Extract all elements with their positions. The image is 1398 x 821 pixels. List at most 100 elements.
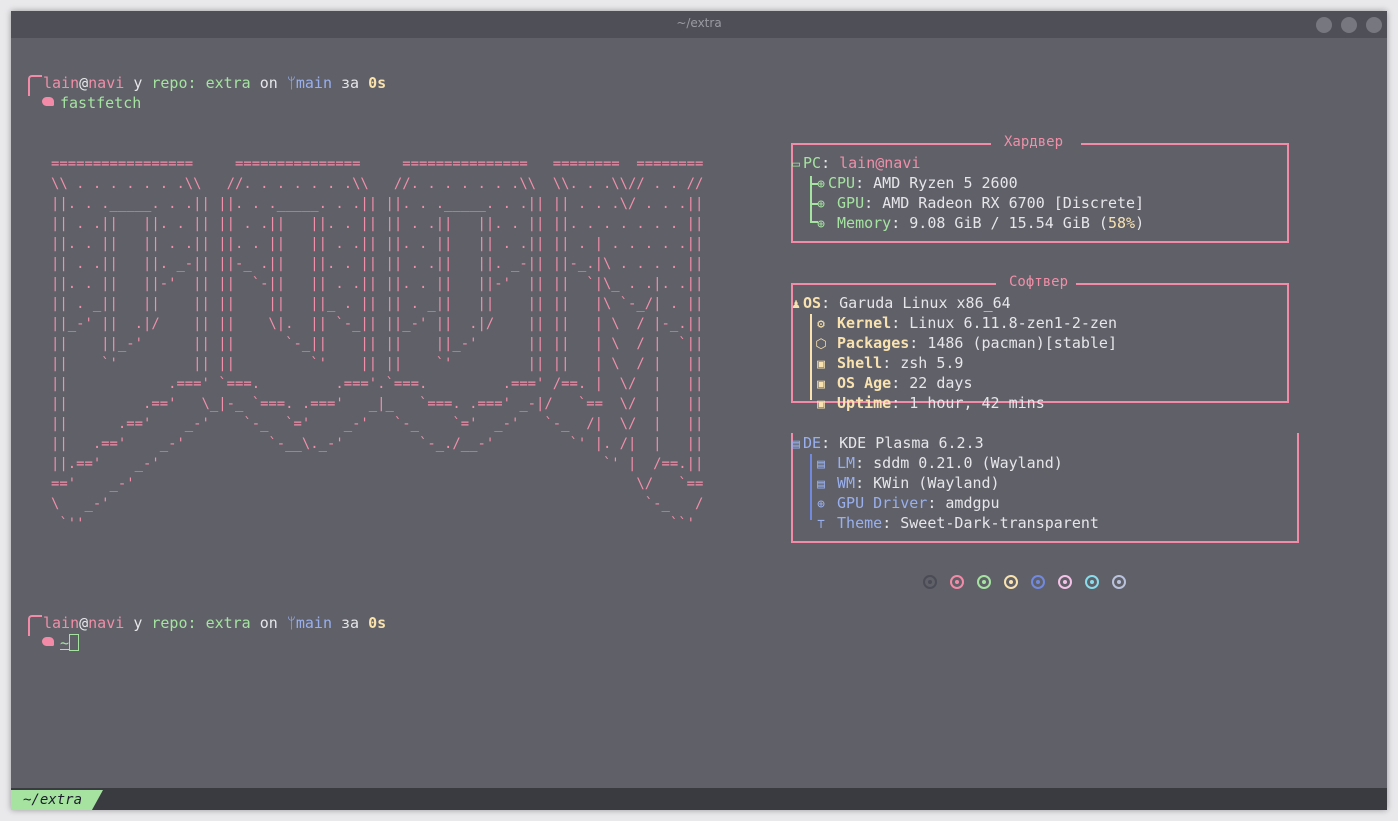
gear-icon: ⚙ [817, 317, 825, 332]
palette-color-dot [1004, 575, 1018, 589]
gpu-driver-value: amdgpu [945, 494, 1000, 512]
laptop-icon: ▭ [792, 157, 800, 172]
gpu-driver-row: ⊕ GPU Driver: amdgpu [814, 493, 1000, 513]
current-dir: ~ [60, 634, 70, 652]
osage-label: OS Age [837, 374, 892, 392]
prompt-arrow-icon [42, 637, 54, 646]
de-value: KDE Plasma 6.2.3 [839, 434, 984, 452]
cpu-value: AMD Ryzen 5 2600 [873, 174, 1018, 192]
uptime-row: ▣ Uptime: 1 hour, 42 mins [814, 393, 1045, 413]
palette-color-dot [1058, 575, 1072, 589]
gpu-icon: ⊕ [817, 197, 825, 212]
palette-color-dot [977, 575, 991, 589]
hardware-title: Хардвер [1004, 134, 1064, 150]
packages-label: Packages [837, 334, 910, 352]
uptime-value: 1 hour, 42 mins [909, 394, 1045, 412]
title-bar[interactable]: ~/extra [11, 11, 1387, 38]
prompt-za: за [341, 614, 360, 632]
osage-value: 22 days [909, 374, 973, 392]
prompt-repo: extra [205, 74, 251, 92]
prompt-user: lain [43, 614, 80, 632]
prompt-repo-label: repo: [151, 614, 197, 632]
memory-label: Memory [837, 214, 892, 232]
packages-value: 1486 (pacman)[stable] [927, 334, 1117, 352]
terminal-window: ~/extra lain@navi у repo: extra on ᛘmain… [11, 11, 1387, 810]
prompt-repo: extra [205, 614, 251, 632]
git-branch-icon: ᛘ [286, 614, 296, 632]
desktop-tree-line [810, 454, 812, 520]
input-line[interactable]: ~ [60, 633, 80, 653]
prompt-on: on [259, 614, 278, 632]
prompt-line: lain@navi у repo: extra on ᛘmain за 0s [43, 73, 386, 93]
terminal-icon: ▣ [817, 397, 825, 412]
prompt-bracket-icon [28, 615, 42, 636]
doom-ascii-logo: ================= =============== ======… [51, 156, 704, 532]
pc-label: PC [803, 154, 822, 172]
git-branch-icon: ᛘ [286, 74, 296, 92]
window-icon: ▤ [817, 477, 825, 492]
package-icon: ⬡ [815, 337, 827, 352]
wm-value: KWin (Wayland) [873, 474, 1000, 492]
tab-label: ~/extra [23, 792, 83, 808]
os-value: Garuda Linux x86_64 [839, 294, 1011, 312]
prompt-arrow-icon [42, 97, 54, 106]
memory-percent: 58% [1107, 214, 1136, 232]
lm-value: sddm 0.21.0 (Wayland) [873, 454, 1063, 472]
osage-row: ▣ OS Age: 22 days [814, 373, 973, 393]
prompt-at: @ [79, 74, 89, 92]
memory-value: 9.08 GiB / 15.54 GiB ( [909, 214, 1108, 232]
kernel-row: ⚙ Kernel: Linux 6.11.8-zen1-2-zen [814, 313, 1117, 333]
prompt-line: lain@navi у repo: extra on ᛘmain за 0s [43, 613, 386, 633]
terminal-icon: ▣ [817, 377, 825, 392]
memory-row: ⊕ Memory: 9.08 GiB / 15.54 GiB (58%) [814, 213, 1144, 233]
maximize-button[interactable] [1341, 17, 1357, 33]
lm-row: ▤ LM: sddm 0.21.0 (Wayland) [814, 453, 1063, 473]
prompt-duration: 0s [368, 74, 387, 92]
os-row: ♟ OS: Garuda Linux x86_64 [789, 293, 1011, 313]
shell-label: Shell [837, 354, 883, 372]
minimize-button[interactable] [1316, 17, 1332, 33]
software-tree-line [810, 314, 812, 400]
window-icon: ▤ [792, 437, 800, 452]
prompt-host: navi [88, 74, 125, 92]
cpu-row: ⊕ CPU: AMD Ryzen 5 2600 [814, 173, 1018, 193]
prompt-branch: main [295, 614, 332, 632]
prompt-user: lain [43, 74, 80, 92]
lm-label: LM [837, 454, 856, 472]
terminal-icon: ▣ [817, 357, 825, 372]
close-button[interactable] [1366, 17, 1382, 33]
gpu-row: ⊕ GPU: AMD Radeon RX 6700 [Discrete] [814, 193, 1144, 213]
penguin-icon: ♟ [792, 297, 800, 312]
prompt-in: у [133, 614, 143, 632]
palette-color-dot [1031, 575, 1045, 589]
chip-icon: ⊕ [817, 497, 825, 512]
prompt-bracket-icon [28, 75, 42, 96]
cpu-icon: ⊕ [817, 177, 825, 192]
os-label: OS [803, 294, 822, 312]
prompt-host: navi [88, 614, 125, 632]
pc-row: ▭ PC: lain@navi [789, 153, 920, 173]
shell-value: zsh 5.9 [900, 354, 964, 372]
tab-extra[interactable]: ~/extra [11, 790, 103, 810]
de-row: ▤ DE: KDE Plasma 6.2.3 [789, 433, 984, 453]
wm-row: ▤ WM: KWin (Wayland) [814, 473, 1000, 493]
prompt-in: у [133, 74, 143, 92]
pc-value: lain@navi [839, 154, 921, 172]
theme-label: Theme [837, 514, 883, 532]
terminal-area[interactable]: lain@navi у repo: extra on ᛘmain за 0s f… [11, 38, 1387, 788]
wm-label: WM [837, 474, 856, 492]
gpu-value: AMD Radeon RX 6700 [Discrete] [882, 194, 1145, 212]
prompt-branch: main [295, 74, 332, 92]
cpu-label: CPU [828, 174, 856, 192]
prompt-at: @ [79, 614, 89, 632]
uptime-label: Uptime [837, 394, 892, 412]
palette-color-dot [1112, 575, 1126, 589]
prompt-repo-label: repo: [151, 74, 197, 92]
shell-row: ▣ Shell: zsh 5.9 [814, 353, 963, 373]
software-title: Софтвер [1009, 274, 1069, 290]
window-icon: ▤ [817, 457, 825, 472]
gpu-driver-label: GPU Driver [837, 494, 928, 512]
window-title: ~/extra [676, 16, 722, 30]
paintbrush-icon: ⊤ [817, 517, 825, 532]
status-bar: ~/extra [11, 788, 1387, 810]
